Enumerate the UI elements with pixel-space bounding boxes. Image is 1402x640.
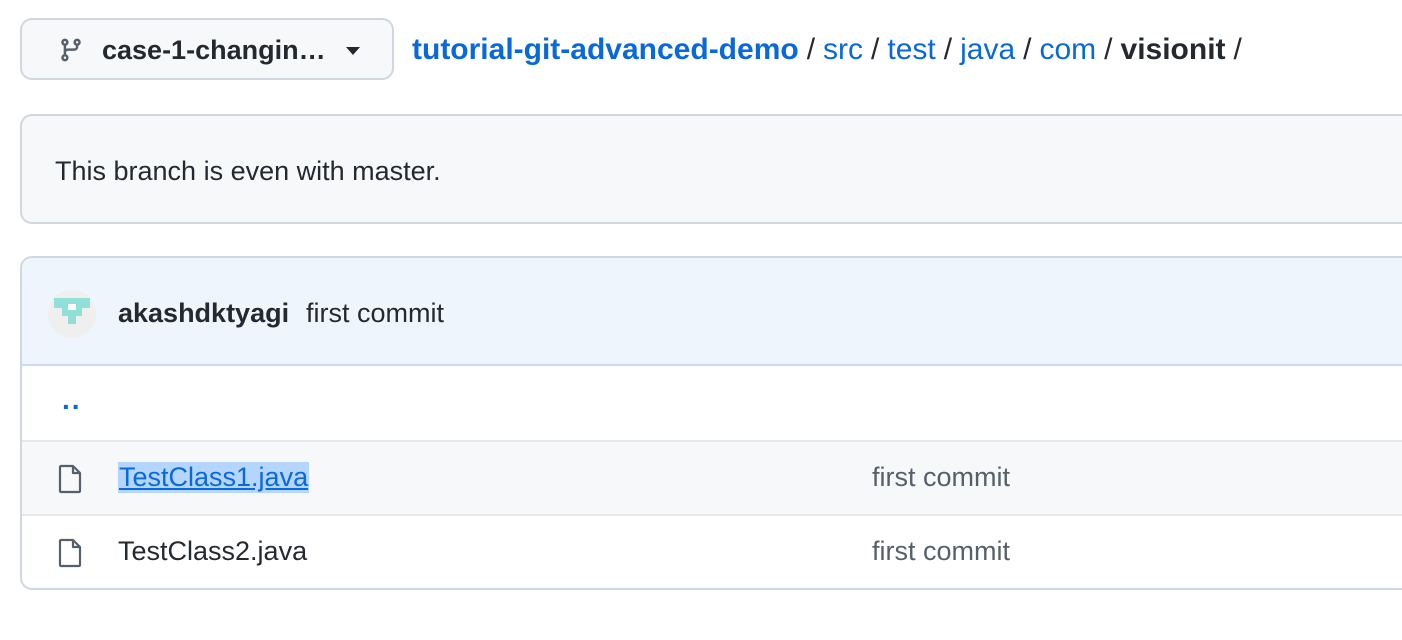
file-name-link[interactable]: TestClass1.java xyxy=(118,462,310,493)
file-icon xyxy=(58,538,82,568)
breadcrumb-separator: / xyxy=(1023,33,1032,66)
identicon-icon xyxy=(48,290,96,338)
parent-directory-link[interactable]: .. xyxy=(62,384,82,416)
table-row: TestClass2.java first commit xyxy=(22,514,1402,588)
breadcrumb-separator: / xyxy=(1233,33,1242,66)
parent-directory-row: .. xyxy=(22,366,1402,440)
file-commit-message-link[interactable]: first commit xyxy=(872,536,1010,567)
branch-select-button[interactable]: case-1-changin… xyxy=(20,18,394,80)
breadcrumb-separator: / xyxy=(1104,33,1113,66)
commit-message-link[interactable]: first commit xyxy=(306,298,444,329)
breadcrumb-link-test[interactable]: test xyxy=(887,33,935,66)
breadcrumb-link-java[interactable]: java xyxy=(960,33,1015,66)
branch-compare-banner: This branch is even with master. xyxy=(20,114,1402,224)
breadcrumb-link-src[interactable]: src xyxy=(823,33,863,66)
file-commit-message-link[interactable]: first commit xyxy=(872,462,1010,493)
breadcrumb-separator: / xyxy=(871,33,880,66)
file-list: akashdktyagi first commit .. TestClass1.… xyxy=(20,256,1402,590)
latest-commit-header: akashdktyagi first commit xyxy=(22,258,1402,366)
breadcrumb: tutorial-git-advanced-demo / src / test / java… xyxy=(412,30,1250,70)
table-row: TestClass1.java first commit xyxy=(22,440,1402,514)
file-name-link[interactable]: TestClass2.java xyxy=(118,536,307,567)
git-branch-icon xyxy=(61,38,81,62)
breadcrumb-current-folder: visionit xyxy=(1120,33,1226,66)
breadcrumb-separator: / xyxy=(943,33,953,66)
branch-name: case-1-changin… xyxy=(102,35,326,65)
breadcrumb-link-com[interactable]: com xyxy=(1039,33,1096,66)
breadcrumb-repo-link[interactable]: tutorial-git-advanced-demo xyxy=(412,33,799,66)
avatar[interactable] xyxy=(48,290,96,338)
caret-down-icon xyxy=(346,47,360,55)
commit-author-link[interactable]: akashdktyagi xyxy=(118,298,289,329)
file-icon xyxy=(58,464,82,494)
branch-compare-message: This branch is even with master. xyxy=(55,156,441,186)
breadcrumb-separator: / xyxy=(806,33,816,66)
